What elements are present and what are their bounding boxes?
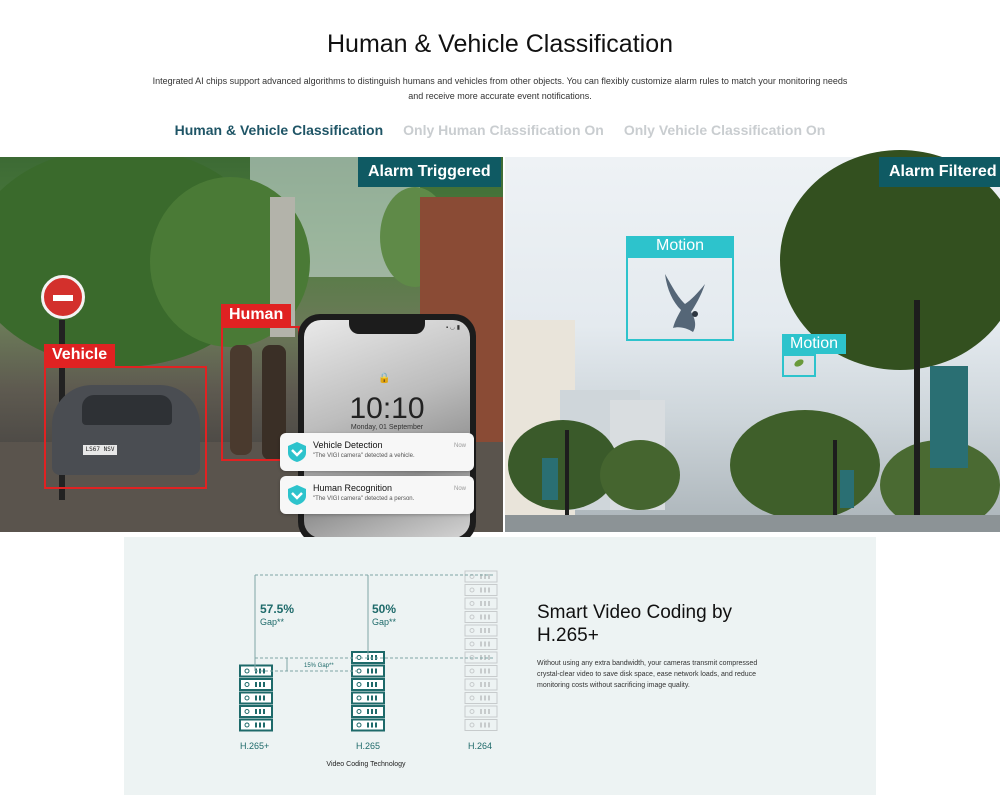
notification-vehicle[interactable]: Vehicle Detection "The VIGI camera" dete… xyxy=(280,433,474,471)
server-unit-h-264 xyxy=(464,584,498,596)
coding-description: Without using any extra bandwidth, your … xyxy=(537,660,758,689)
x-tick-label: H.265+ xyxy=(240,741,269,751)
gap-value-h265plus: 57.5% xyxy=(260,602,294,616)
bandwidth-chart: 57.5% Gap** 50% Gap** 15% Gap** H.265+ H… xyxy=(239,570,498,768)
gap-value-small: 15% Gap** xyxy=(304,663,334,669)
no-entry-sign-icon xyxy=(41,275,85,319)
server-unit-h-264 xyxy=(464,665,498,677)
server-unit-h-264 xyxy=(464,611,498,623)
server-unit-h-264 xyxy=(464,719,498,731)
page-description: Integrated AI chips support advanced alg… xyxy=(152,76,848,101)
server-unit-h-264 xyxy=(464,705,498,718)
human-detection-label: Human xyxy=(221,304,292,326)
gap-unit-h265plus: Gap** xyxy=(260,617,285,627)
server-unit-h-265 xyxy=(351,691,385,705)
notification-human[interactable]: Human Recognition "The VIGI camera" dete… xyxy=(280,476,474,514)
tab-vehicle-only[interactable]: Only Vehicle Classification On xyxy=(624,122,826,138)
notification-text: "The VIGI camera" detected a person. xyxy=(313,496,415,502)
notification-title: Human Recognition xyxy=(313,483,393,493)
coding-title: Smart Video Coding by H.265+ xyxy=(537,602,733,646)
server-unit-h-265 xyxy=(351,705,385,718)
ground xyxy=(505,515,1000,532)
tab-human-vehicle[interactable]: Human & Vehicle Classification xyxy=(175,122,384,138)
status-bar-icons: ▪ ◡ ▮ xyxy=(446,325,460,331)
vehicle-detection-label: Vehicle xyxy=(44,344,116,366)
vigi-shield-icon xyxy=(288,442,306,462)
gap-value-h265: 50% xyxy=(372,602,396,616)
x-tick-label: H.265 xyxy=(356,741,380,751)
server-unit-h-265 xyxy=(351,678,385,691)
server-unit-h-265- xyxy=(239,691,273,705)
server-unit-h-264 xyxy=(464,597,498,610)
server-unit-h-264 xyxy=(464,638,498,650)
motion-detection-label: Motion xyxy=(782,334,847,354)
server-unit-h-265 xyxy=(351,718,385,732)
gap-unit-h265: Gap** xyxy=(372,617,397,627)
vehicle-detection-box xyxy=(44,366,207,489)
lock-icon: 🔒 xyxy=(378,373,391,384)
page-title: Human & Vehicle Classification xyxy=(327,30,673,58)
phone-notch xyxy=(349,320,425,334)
server-unit-h-264 xyxy=(464,570,498,583)
banner xyxy=(930,366,968,468)
lock-screen-time: 10:10 xyxy=(349,392,425,425)
notification-text: "The VIGI camera" detected a vehicle. xyxy=(313,453,415,459)
classification-tabs: Human & Vehicle Classification Only Huma… xyxy=(0,122,1000,138)
lock-screen-date: Monday, 01 September xyxy=(350,424,424,431)
alarm-filtered-badge: Alarm Filtered xyxy=(879,157,1000,187)
notification-time: Now xyxy=(453,486,466,492)
server-unit-h-265- xyxy=(239,718,273,732)
lamp-post xyxy=(914,300,920,532)
banner xyxy=(840,470,854,508)
server-unit-h-264 xyxy=(464,678,498,691)
x-tick-label: H.264 xyxy=(468,741,492,751)
motion-detection-label: Motion xyxy=(626,236,734,256)
alarm-triggered-badge: Alarm Triggered xyxy=(358,157,501,187)
tree xyxy=(730,410,880,520)
banner xyxy=(542,458,558,500)
pigeon-icon xyxy=(665,274,705,332)
notification-title: Vehicle Detection xyxy=(313,440,383,450)
tree xyxy=(600,440,680,510)
server-unit-h-264 xyxy=(464,692,498,704)
tab-human-only[interactable]: Only Human Classification On xyxy=(403,122,604,138)
server-unit-h-265- xyxy=(239,705,273,718)
notification-time: Now xyxy=(453,443,466,449)
server-unit-h-265- xyxy=(239,678,273,691)
x-axis-label: Video Coding Technology xyxy=(326,761,406,768)
vigi-shield-icon xyxy=(288,485,306,505)
server-unit-h-264 xyxy=(464,624,498,637)
